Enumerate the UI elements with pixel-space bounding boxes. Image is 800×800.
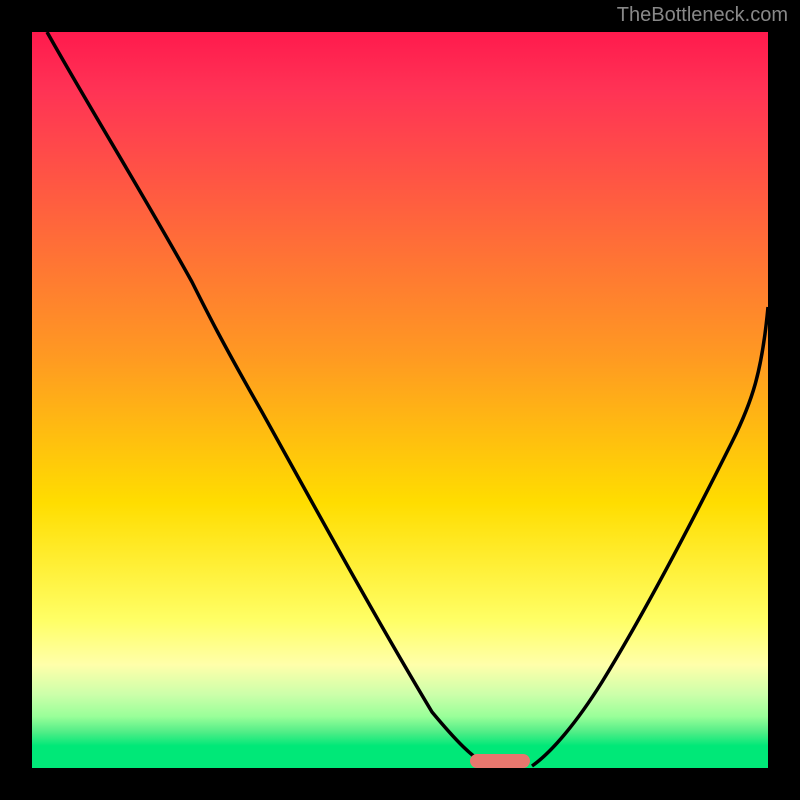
watermark-text: TheBottleneck.com xyxy=(617,4,788,27)
optimum-marker xyxy=(470,754,530,768)
curve-svg xyxy=(32,32,768,768)
right-curve-path xyxy=(532,307,768,766)
left-curve-path xyxy=(47,32,488,766)
chart-plot-area xyxy=(32,32,768,768)
